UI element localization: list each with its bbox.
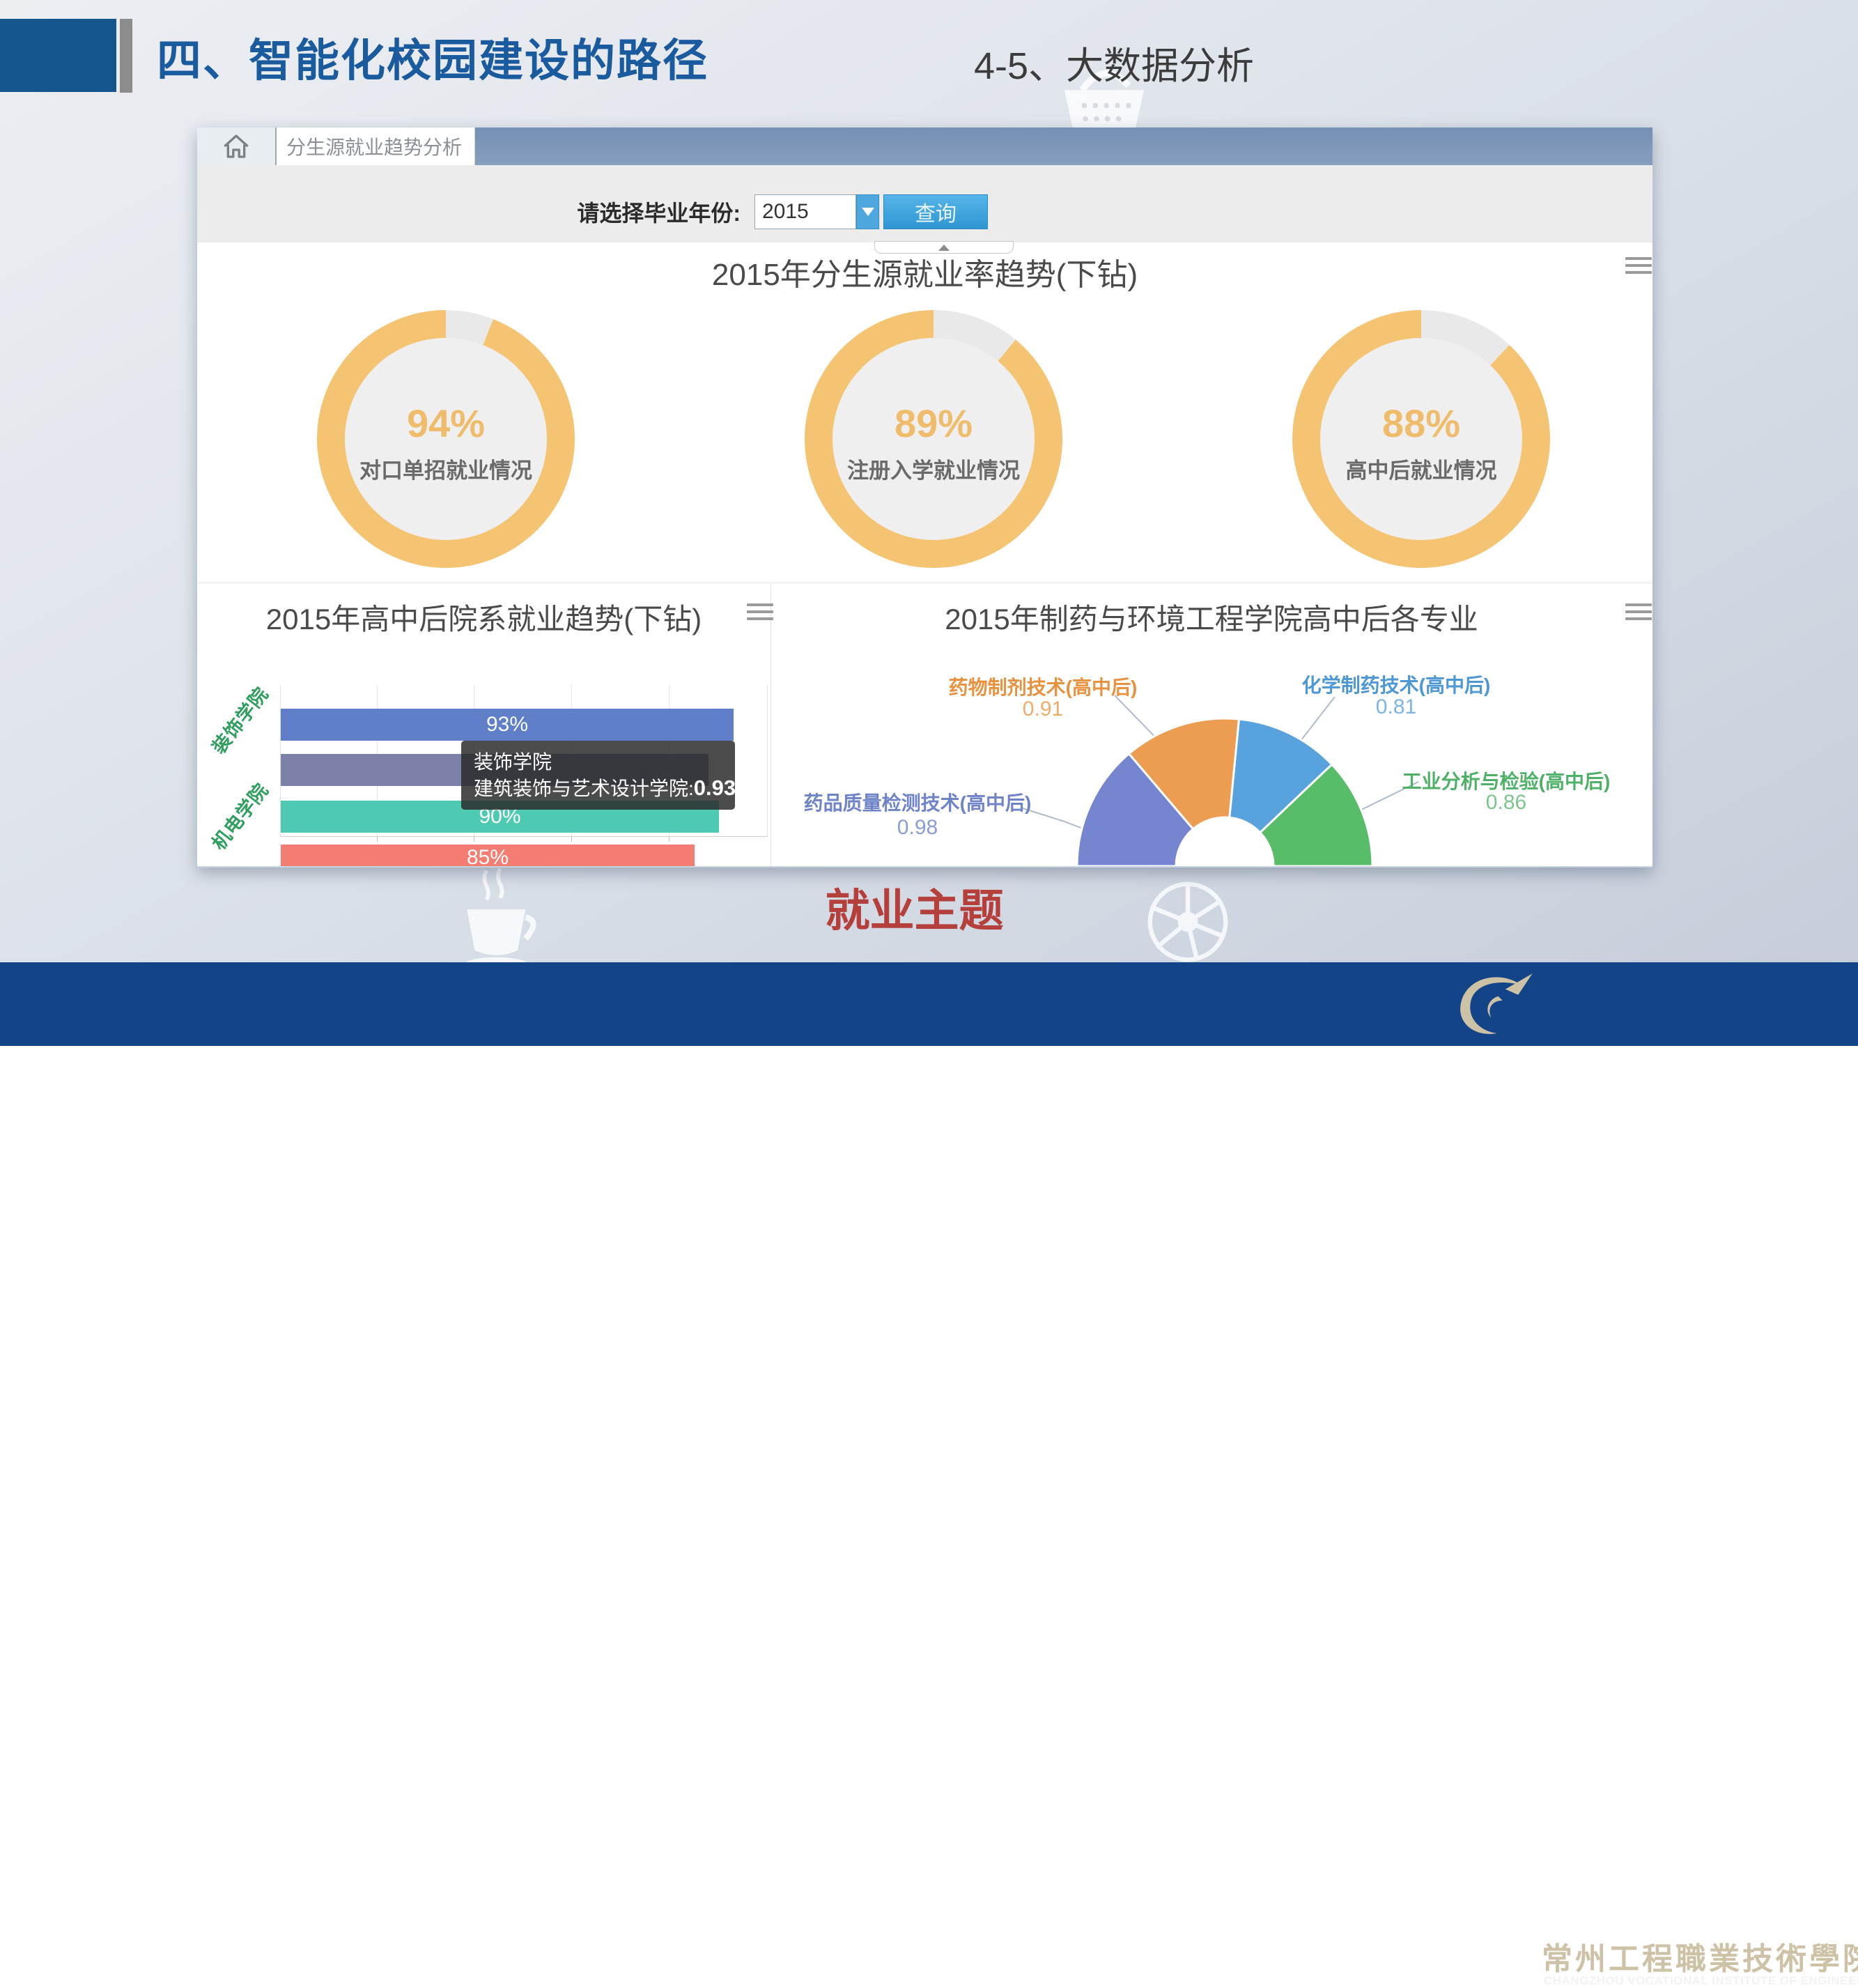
pie-value: 0.91 [897,698,1189,721]
pie-label: 药物制剂技术(高中后) [897,672,1189,700]
pie-chart-title: 2015年制药与环境工程学院高中后各专业 [771,596,1652,638]
gauge-gaozhonghou[interactable]: 88% 高中后就业情况 [1292,310,1550,568]
axis-tick [571,837,572,842]
axis-category-label: 装饰学院 [203,678,276,761]
query-button[interactable]: 查询 [883,194,988,229]
bar-chart-menu-icon[interactable] [747,603,773,620]
gauge-duikou[interactable]: 94% 对口单招就业情况 [317,310,575,568]
pie-label: 药品质量检测技术(高中后) [771,788,1064,816]
institute-name-cn: 常州工程職業技術學院 [1542,1934,1858,1978]
bar-chart-title: 2015年高中后院系就业趋势(下钻) [197,596,771,638]
year-input[interactable] [754,194,856,229]
bar-value-label: 85% [467,846,509,868]
gridline [767,685,768,836]
bar-row-1[interactable]: 93% [281,709,734,741]
axis-category-label: 机电学院 [203,774,276,857]
gauge-chart-menu-icon[interactable] [1625,257,1652,274]
gauge-value: 88% [1292,401,1550,446]
tab-label: 分生源就业趋势分析 [286,132,462,160]
gauge-value: 89% [805,401,1062,446]
chevron-down-icon [862,208,874,216]
tooltip-series-value: 建筑装饰与艺术设计学院:0.93 [474,775,722,801]
gauge-zhuce[interactable]: 89% 注册入学就业情况 [805,310,1062,568]
chart-tooltip: 装饰学院 建筑装饰与艺术设计学院:0.93 [461,741,735,810]
gauge-label: 注册入学就业情况 [805,453,1062,484]
institute-name-en: CHANGZHOU VOCATIONAL INSTITUTE OF ENGINE… [1544,1974,1858,1988]
pie-label: 化学制药技术(高中后) [1250,670,1542,698]
slide-caption: 就业主题 [731,875,1097,939]
page-title: 四、智能化校园建设的路径 [157,25,709,89]
x-axis-line [280,836,768,837]
page-subtitle: 4-5、大数据分析 [974,35,1254,90]
dashboard-window: 分生源就业趋势分析 请选择毕业年份: 查询 2015年分生源就业率趋势(下钻) … [197,128,1652,868]
flower-icon [1132,870,1244,974]
pie-chart-menu-icon[interactable] [1625,603,1652,620]
pie-label: 工业分析与检验(高中后) [1360,766,1652,794]
bar-value-label: 93% [486,713,528,737]
slide-background: 四、智能化校园建设的路径 4-5、大数据分析 分生源就业趋势分析 请选择毕业年份… [0,0,1858,1046]
header-accent-block [0,19,116,92]
year-filter-label: 请选择毕业年份: [577,196,741,228]
year-dropdown-button[interactable] [856,194,879,229]
tooltip-category: 装饰学院 [474,749,722,775]
pie-value: 0.81 [1250,695,1542,719]
axis-tick [377,837,378,842]
gauge-label: 高中后就业情况 [1292,453,1550,484]
home-button[interactable] [197,128,276,165]
coffee-cup-icon [449,866,547,974]
home-icon [222,133,250,160]
bar-row-4[interactable]: 85% [281,845,695,866]
tab-employment-trend[interactable]: 分生源就业趋势分析 [275,128,475,165]
pie-value: 0.98 [771,816,1064,840]
institute-logo [1450,969,1538,1038]
tabbar-fill [475,128,1652,165]
gauge-chart-title: 2015年分生源就业率趋势(下钻) [197,249,1652,294]
footer-bar: 常州工程職業技術學院 CHANGZHOU VOCATIONAL INSTITUT… [0,962,1858,1046]
gauge-label: 对口单招就业情况 [317,453,575,484]
half-donut-chart[interactable] [1077,718,1372,866]
pie-value: 0.86 [1360,791,1652,815]
header-accent-bar [120,19,132,93]
gauge-value: 94% [317,401,575,446]
tooltip-value: 0.93 [694,776,736,800]
